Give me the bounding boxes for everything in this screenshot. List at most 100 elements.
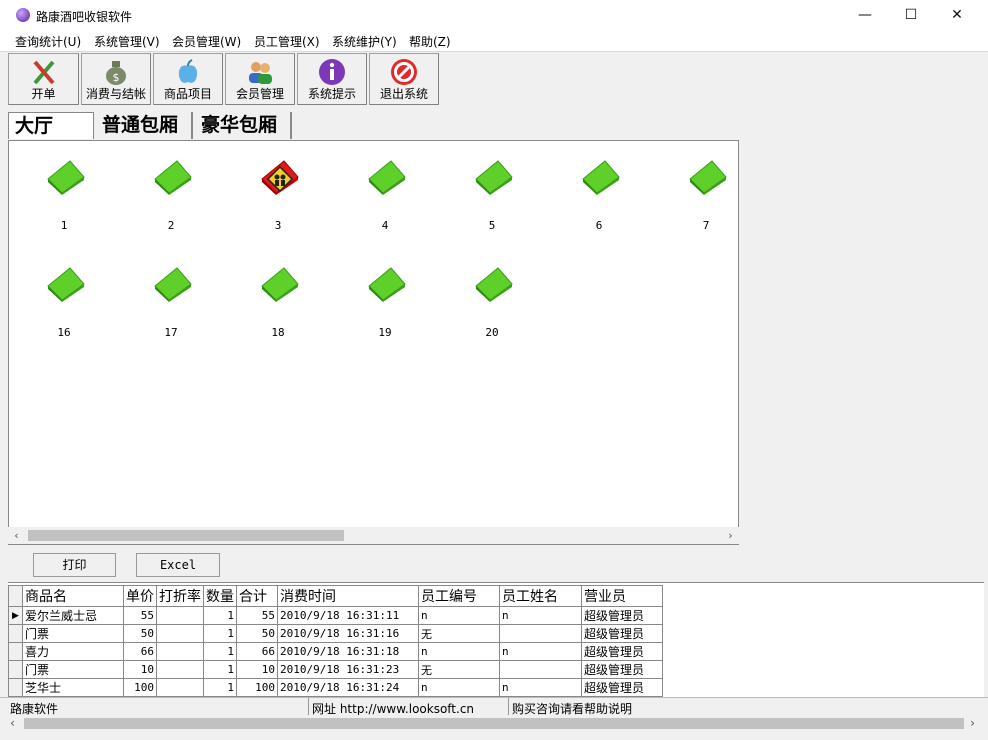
cell-staff-name[interactable]: n	[499, 678, 582, 697]
cell-total[interactable]: 100	[236, 678, 278, 697]
system-tips-button[interactable]: 系统提示	[297, 53, 367, 105]
menu-staff-manage[interactable]: 员工管理(X)	[254, 33, 320, 50]
cell-staff-id[interactable]: n	[418, 642, 500, 661]
cell-item-name[interactable]: 门票	[22, 624, 124, 643]
column-header[interactable]: 消费时间	[277, 585, 419, 607]
print-button[interactable]: 打印	[33, 553, 116, 577]
menu-system-manage[interactable]: 系统管理(V)	[94, 33, 160, 50]
room-occupied-icon	[261, 160, 299, 195]
goods-items-button[interactable]: 商品项目	[153, 53, 223, 105]
cell-staff-name[interactable]: n	[499, 642, 582, 661]
cell-operator[interactable]: 超级管理员	[581, 606, 663, 625]
room-tile[interactable]: 1	[29, 147, 99, 237]
tab-luxury-box[interactable]: 豪华包厢	[195, 112, 292, 139]
cell-operator[interactable]: 超级管理员	[581, 642, 663, 661]
cell-price[interactable]: 10	[123, 660, 157, 679]
cell-staff-name[interactable]	[499, 624, 582, 643]
tab-normal-box[interactable]: 普通包厢	[96, 112, 193, 139]
cell-discount[interactable]	[156, 624, 204, 643]
cell-operator[interactable]: 超级管理员	[581, 678, 663, 697]
cell-staff-id[interactable]: 无	[418, 624, 500, 643]
cell-price[interactable]: 100	[123, 678, 157, 697]
tab-hall[interactable]: 大厅	[8, 112, 94, 139]
cell-discount[interactable]	[156, 678, 204, 697]
cell-price[interactable]: 55	[123, 606, 157, 625]
room-tile[interactable]: 2	[136, 147, 206, 237]
room-tile[interactable]: 16	[29, 254, 99, 344]
close-button[interactable]: ✕	[934, 0, 980, 30]
cell-discount[interactable]	[156, 660, 204, 679]
room-tile[interactable]: 3	[243, 147, 313, 237]
room-tile[interactable]: 4	[350, 147, 420, 237]
scroll-right-icon[interactable]: ›	[964, 715, 981, 732]
cell-staff-id[interactable]: n	[418, 678, 500, 697]
column-header[interactable]: 商品名	[22, 585, 124, 607]
room-tile[interactable]: 17	[136, 254, 206, 344]
cell-discount[interactable]	[156, 606, 204, 625]
cell-quantity[interactable]: 1	[203, 678, 237, 697]
cell-time[interactable]: 2010/9/18 16:31:18	[277, 642, 419, 661]
table-row[interactable]: 喜力 66 1 66 2010/9/18 16:31:18 n n 超级管理员	[8, 642, 663, 661]
column-header[interactable]: 数量	[203, 585, 237, 607]
cell-staff-name[interactable]	[499, 660, 582, 679]
cell-total[interactable]: 10	[236, 660, 278, 679]
cell-operator[interactable]: 超级管理员	[581, 624, 663, 643]
room-tile[interactable]: 19	[350, 254, 420, 344]
member-manage-button[interactable]: 会员管理	[225, 53, 295, 105]
cell-time[interactable]: 2010/9/18 16:31:11	[277, 606, 419, 625]
cell-total[interactable]: 50	[236, 624, 278, 643]
column-header[interactable]: 合计	[236, 585, 278, 607]
maximize-button[interactable]: ☐	[888, 0, 934, 30]
scroll-left-icon[interactable]: ‹	[4, 715, 21, 732]
cell-quantity[interactable]: 1	[203, 606, 237, 625]
menu-member-manage[interactable]: 会员管理(W)	[172, 33, 241, 50]
cell-item-name[interactable]: 喜力	[22, 642, 124, 661]
menu-help[interactable]: 帮助(Z)	[409, 33, 451, 50]
room-panel-scrollbar[interactable]: ‹ ›	[8, 527, 739, 544]
consume-checkout-button[interactable]: $ 消费与结帐	[81, 53, 151, 105]
column-header[interactable]: 单价	[123, 585, 157, 607]
cell-item-name[interactable]: 门票	[22, 660, 124, 679]
cell-price[interactable]: 50	[123, 624, 157, 643]
cell-item-name[interactable]: 爱尔兰威士忌	[22, 606, 124, 625]
scroll-thumb[interactable]	[28, 530, 344, 541]
cell-time[interactable]: 2010/9/18 16:31:24	[277, 678, 419, 697]
room-tile[interactable]: 5	[457, 147, 527, 237]
exit-system-button[interactable]: 退出系统	[369, 53, 439, 105]
excel-button[interactable]: Excel	[136, 553, 220, 577]
table-row[interactable]: ▶ 爱尔兰威士忌 55 1 55 2010/9/18 16:31:11 n n …	[8, 606, 663, 625]
cell-time[interactable]: 2010/9/18 16:31:23	[277, 660, 419, 679]
cell-item-name[interactable]: 芝华士	[22, 678, 124, 697]
scroll-left-icon[interactable]: ‹	[8, 527, 25, 544]
menu-system-maintain[interactable]: 系统维护(Y)	[332, 33, 397, 50]
room-tile[interactable]: 20	[457, 254, 527, 344]
menu-query-stats[interactable]: 查询统计(U)	[15, 33, 81, 50]
cell-quantity[interactable]: 1	[203, 660, 237, 679]
cell-quantity[interactable]: 1	[203, 624, 237, 643]
table-row[interactable]: 芝华士 100 1 100 2010/9/18 16:31:24 n n 超级管…	[8, 678, 663, 697]
cell-operator[interactable]: 超级管理员	[581, 660, 663, 679]
scroll-thumb[interactable]	[24, 718, 964, 729]
column-header[interactable]: 员工姓名	[499, 585, 582, 607]
open-order-button[interactable]: 开单	[8, 53, 79, 105]
window-scrollbar[interactable]: ‹ ›	[0, 715, 988, 732]
cell-total[interactable]: 66	[236, 642, 278, 661]
cell-discount[interactable]	[156, 642, 204, 661]
cell-staff-id[interactable]: 无	[418, 660, 500, 679]
cell-staff-id[interactable]: n	[418, 606, 500, 625]
minimize-button[interactable]: —	[842, 0, 888, 30]
column-header[interactable]: 营业员	[581, 585, 663, 607]
cell-total[interactable]: 55	[236, 606, 278, 625]
room-tile[interactable]: 7	[671, 147, 738, 237]
scroll-right-icon[interactable]: ›	[722, 527, 739, 544]
cell-time[interactable]: 2010/9/18 16:31:16	[277, 624, 419, 643]
cell-price[interactable]: 66	[123, 642, 157, 661]
column-header[interactable]: 打折率	[156, 585, 204, 607]
room-tile[interactable]: 18	[243, 254, 313, 344]
table-row[interactable]: 门票 10 1 10 2010/9/18 16:31:23 无 超级管理员	[8, 660, 663, 679]
table-row[interactable]: 门票 50 1 50 2010/9/18 16:31:16 无 超级管理员	[8, 624, 663, 643]
cell-staff-name[interactable]: n	[499, 606, 582, 625]
cell-quantity[interactable]: 1	[203, 642, 237, 661]
room-tile[interactable]: 6	[564, 147, 634, 237]
column-header[interactable]: 员工编号	[418, 585, 500, 607]
